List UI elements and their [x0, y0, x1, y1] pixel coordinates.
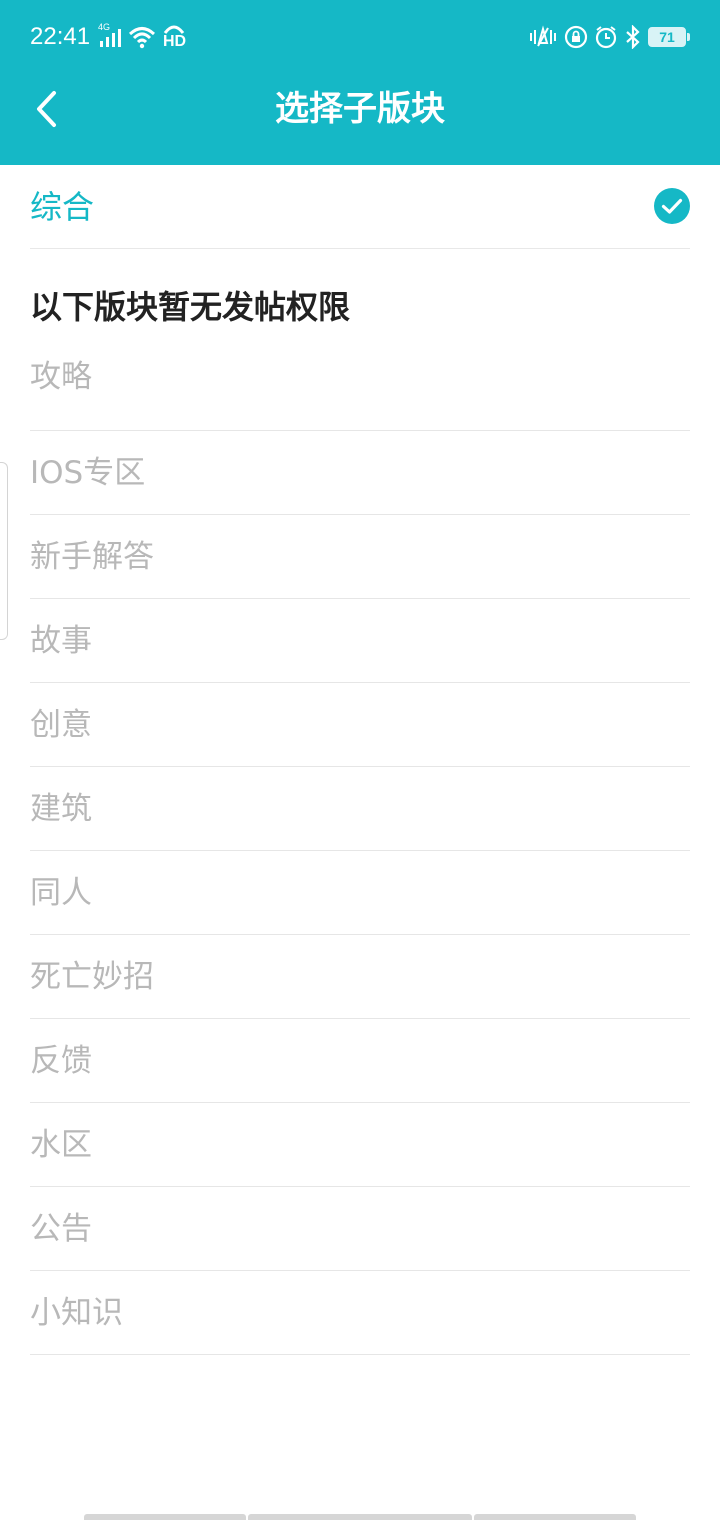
battery-icon: 71 [648, 27, 690, 47]
subforum-label: 水区 [30, 1127, 92, 1163]
hd-label: HD [163, 33, 187, 50]
vibrate-icon [530, 25, 556, 47]
subforum-label: 公告 [30, 1211, 92, 1247]
status-left-icons: 4G HD [98, 22, 186, 52]
nav-segment [84, 1514, 246, 1520]
bluetooth-icon [626, 25, 640, 49]
no-permission-heading: 以下版块暂无发帖权限 [30, 288, 351, 326]
alarm-icon [595, 26, 617, 49]
rotation-lock-icon [564, 25, 588, 49]
app-header: 22:41 4G HD 71 选择子版块 [0, 0, 720, 165]
status-bar: 22:41 4G HD 71 [0, 0, 720, 72]
navigation-gesture-bar [84, 1514, 636, 1520]
subforum-list: 综合 以下版块暂无发帖权限 攻略 IOS专区新手解答故事创意建筑同人死亡妙招反馈水… [0, 165, 720, 1355]
list-item: 创意 [30, 683, 690, 767]
nav-segment [474, 1514, 636, 1520]
subforum-label: 新手解答 [30, 539, 154, 575]
list-item: 反馈 [30, 1019, 690, 1103]
status-right-icons: 71 [528, 22, 690, 52]
check-circle-icon [654, 188, 690, 224]
subforum-label: 攻略 [30, 359, 92, 395]
disabled-subforum-list: 攻略 IOS专区新手解答故事创意建筑同人死亡妙招反馈水区公告小知识 [0, 348, 720, 1355]
subforum-item-selected[interactable]: 综合 [30, 165, 690, 249]
subforum-label: 创意 [30, 707, 92, 743]
hd-call-icon: HD [162, 23, 186, 51]
subforum-label: 故事 [30, 623, 92, 659]
page-title: 选择子版块 [275, 89, 445, 129]
list-item: 攻略 [30, 348, 690, 431]
subforum-label: 死亡妙招 [30, 959, 154, 995]
subforum-label: IOS专区 [30, 455, 146, 491]
list-item: 建筑 [30, 767, 690, 851]
list-item: 死亡妙招 [30, 935, 690, 1019]
list-item: IOS专区 [30, 431, 690, 515]
signal-4g-icon: 4G [98, 22, 122, 50]
list-item: 同人 [30, 851, 690, 935]
subforum-label: 同人 [30, 875, 92, 911]
subforum-label: 建筑 [30, 791, 92, 827]
battery-level: 71 [648, 27, 686, 47]
list-item: 故事 [30, 599, 690, 683]
list-item: 水区 [30, 1103, 690, 1187]
battery-tip [687, 33, 690, 41]
list-item: 小知识 [30, 1271, 690, 1355]
edge-handle[interactable] [0, 462, 8, 640]
list-item: 新手解答 [30, 515, 690, 599]
wifi-icon [128, 27, 156, 49]
list-item: 公告 [30, 1187, 690, 1271]
selected-subforum-label: 综合 [30, 188, 95, 226]
nav-segment [248, 1514, 472, 1520]
subforum-label: 反馈 [30, 1043, 92, 1079]
status-time: 22:41 [30, 23, 91, 50]
subforum-label: 小知识 [30, 1295, 123, 1331]
